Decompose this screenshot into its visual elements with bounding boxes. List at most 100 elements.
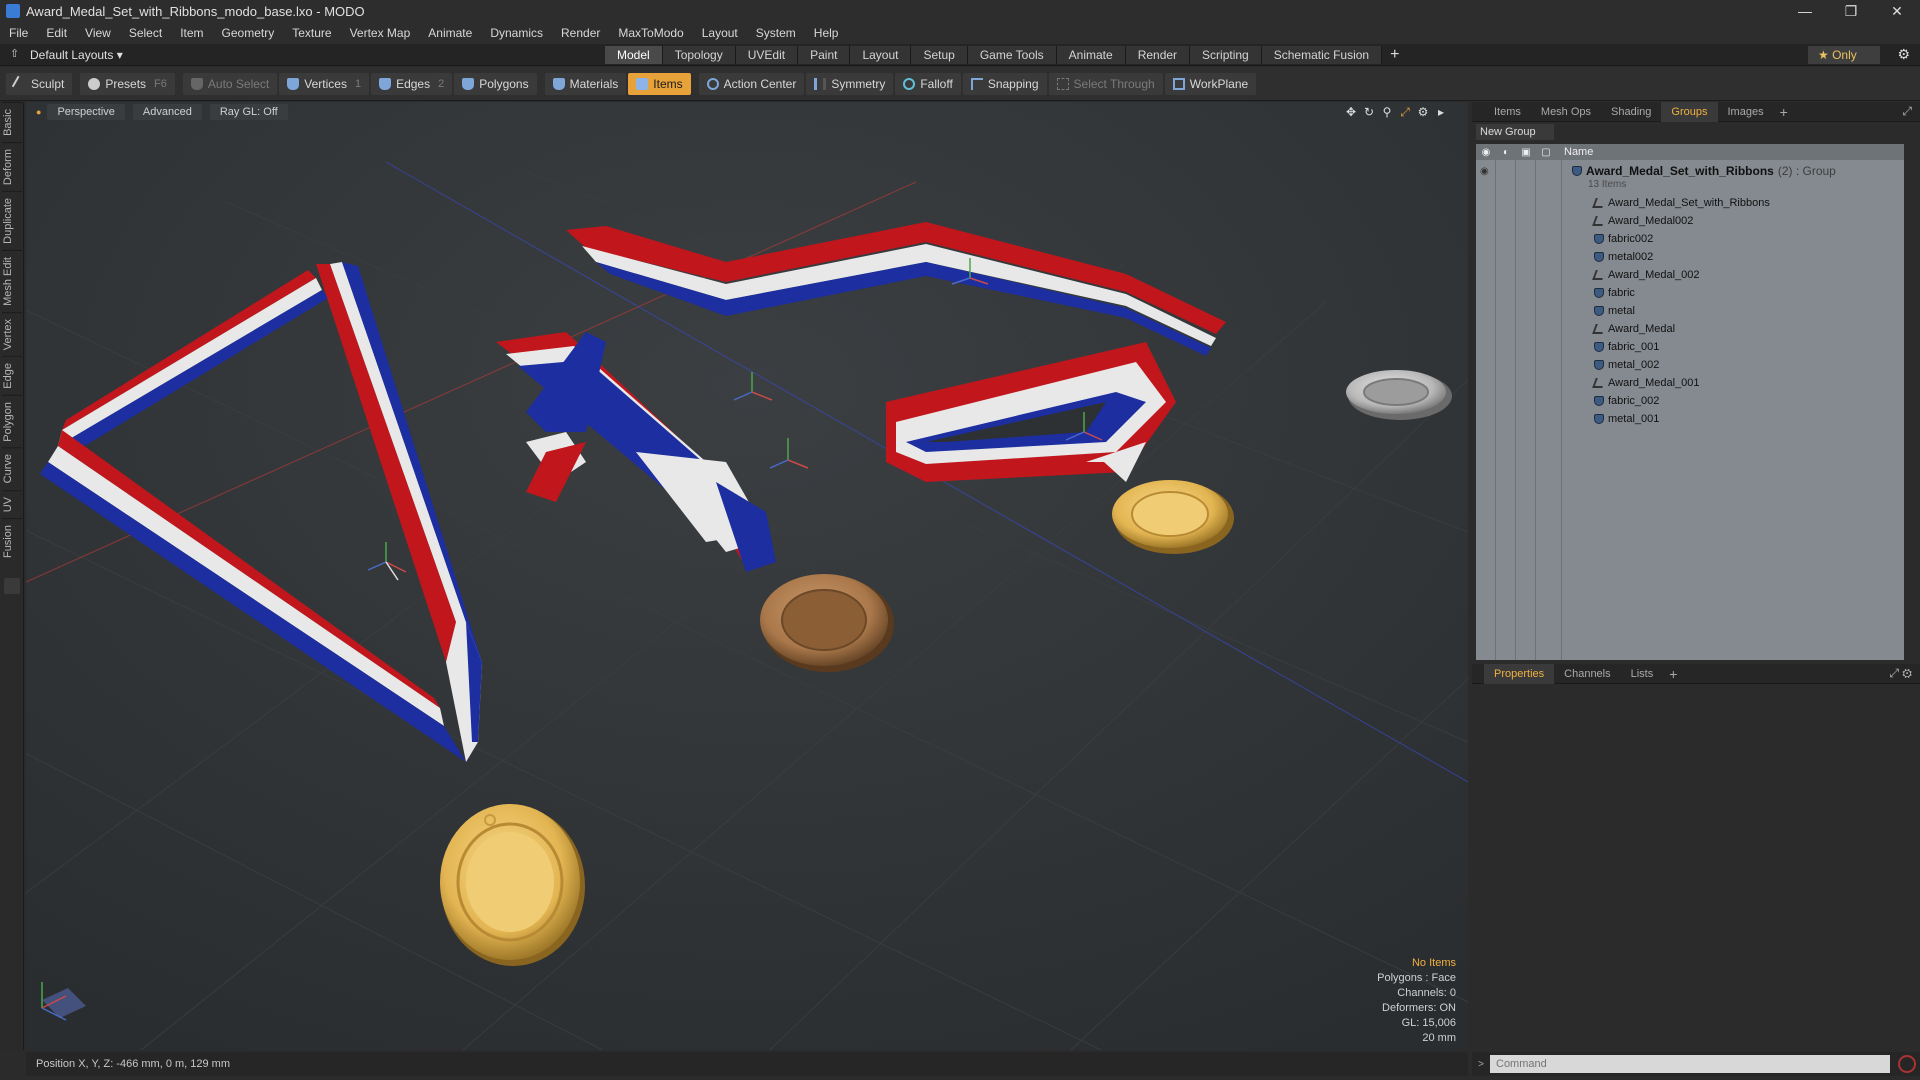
vertices-button[interactable]: Vertices 1 bbox=[279, 72, 370, 95]
tab-duplicate[interactable]: Duplicate bbox=[2, 190, 22, 250]
gear-icon[interactable]: ⚙ bbox=[1897, 46, 1910, 63]
materials-button[interactable]: Materials bbox=[544, 72, 627, 95]
tab-groups[interactable]: Groups bbox=[1661, 101, 1718, 122]
viewport-menu-icon[interactable]: ● bbox=[36, 107, 41, 117]
menu-help[interactable]: Help bbox=[805, 22, 848, 44]
menu-layout[interactable]: Layout bbox=[693, 22, 747, 44]
falloff-button[interactable]: Falloff bbox=[895, 72, 961, 95]
auto-select-button[interactable]: Auto Select bbox=[182, 72, 278, 95]
zoom-icon[interactable]: ⚲ bbox=[1378, 105, 1396, 120]
symmetry-button[interactable]: Symmetry bbox=[806, 72, 894, 95]
list-item[interactable]: fabric_001 bbox=[1594, 338, 1659, 356]
menu-geometry[interactable]: Geometry bbox=[213, 22, 284, 44]
tab-uv[interactable]: UV bbox=[2, 489, 22, 519]
tab-vertex[interactable]: Vertex bbox=[2, 311, 22, 356]
edges-button[interactable]: Edges 2 bbox=[371, 72, 453, 95]
select-through-button[interactable]: Select Through bbox=[1048, 72, 1163, 95]
tab-polygon[interactable]: Polygon bbox=[2, 394, 22, 448]
tab-uvedit[interactable]: UVEdit bbox=[735, 46, 799, 64]
perspective-dropdown[interactable]: Perspective bbox=[47, 104, 125, 120]
add-tab-button[interactable]: + bbox=[1382, 46, 1407, 64]
list-item[interactable]: metal002 bbox=[1594, 248, 1653, 266]
tab-curve[interactable]: Curve bbox=[2, 447, 22, 490]
tab-items[interactable]: Items bbox=[1484, 102, 1531, 122]
tab-animate[interactable]: Animate bbox=[1056, 46, 1126, 64]
viewport-settings-icon[interactable]: ⚙ bbox=[1414, 105, 1432, 120]
3d-viewport[interactable]: ● Perspective Advanced Ray GL: Off ✥ ↻ ⚲… bbox=[26, 102, 1468, 1050]
raygl-toggle[interactable]: Ray GL: Off bbox=[209, 104, 288, 120]
menu-render[interactable]: Render bbox=[552, 22, 609, 44]
list-item[interactable]: fabric bbox=[1594, 284, 1635, 302]
lock-column-icon[interactable]: ▣ bbox=[1516, 147, 1536, 158]
menu-file[interactable]: File bbox=[0, 22, 37, 44]
workplane-button[interactable]: WorkPlane bbox=[1164, 72, 1257, 95]
menu-maxtomodo[interactable]: MaxToModo bbox=[609, 22, 692, 44]
tab-schematic-fusion[interactable]: Schematic Fusion bbox=[1261, 46, 1383, 64]
tab-fusion[interactable]: Fusion bbox=[2, 518, 22, 565]
menu-system[interactable]: System bbox=[747, 22, 805, 44]
tab-topology[interactable]: Topology bbox=[662, 46, 736, 64]
tab-mesh-ops[interactable]: Mesh Ops bbox=[1531, 102, 1601, 122]
tab-model[interactable]: Model bbox=[605, 46, 663, 64]
group-visibility-icon[interactable]: ◉ bbox=[1480, 166, 1489, 177]
layout-toggle-icon[interactable]: ⇧ bbox=[10, 47, 19, 60]
list-item[interactable]: metal_002 bbox=[1594, 356, 1659, 374]
menu-vertex-map[interactable]: Vertex Map bbox=[341, 22, 420, 44]
tab-setup[interactable]: Setup bbox=[911, 46, 968, 64]
tab-mesh-edit[interactable]: Mesh Edit bbox=[2, 249, 22, 312]
minimize-button[interactable]: — bbox=[1782, 0, 1828, 22]
tab-basic[interactable]: Basic bbox=[2, 102, 22, 142]
presets-button[interactable]: Presets F6 bbox=[80, 72, 175, 95]
command-input[interactable] bbox=[1490, 1055, 1890, 1073]
tab-edge[interactable]: Edge bbox=[2, 355, 22, 395]
rotate-icon[interactable]: ↻ bbox=[1360, 105, 1378, 120]
menu-animate[interactable]: Animate bbox=[419, 22, 481, 44]
snapping-button[interactable]: Snapping bbox=[962, 72, 1047, 95]
viewport-expand-icon[interactable]: ▸ bbox=[1432, 105, 1450, 120]
tab-paint[interactable]: Paint bbox=[798, 46, 851, 64]
select-column-icon[interactable]: ▢ bbox=[1536, 147, 1556, 158]
maximize-icon[interactable]: ⤢ bbox=[1396, 105, 1414, 120]
menu-item[interactable]: Item bbox=[171, 22, 212, 44]
tab-game-tools[interactable]: Game Tools bbox=[967, 46, 1057, 64]
new-group-button[interactable]: New Group bbox=[1476, 124, 1554, 140]
only-toggle[interactable]: ★ Only bbox=[1808, 46, 1880, 64]
restore-button[interactable]: ❐ bbox=[1828, 0, 1874, 22]
list-item[interactable]: metal_001 bbox=[1594, 410, 1659, 428]
close-button[interactable]: ✕ bbox=[1874, 0, 1920, 22]
menu-edit[interactable]: Edit bbox=[37, 22, 76, 44]
action-center-button[interactable]: Action Center bbox=[698, 72, 805, 95]
tab-channels[interactable]: Channels bbox=[1554, 664, 1620, 684]
layout-dropdown[interactable]: Default Layouts ▾ bbox=[30, 48, 123, 62]
panel-expand-icon[interactable]: ⤢ bbox=[1902, 104, 1912, 119]
tab-properties[interactable]: Properties bbox=[1484, 663, 1555, 684]
add-props-tab-button[interactable]: + bbox=[1663, 666, 1683, 682]
group-list[interactable]: ◉ ◐ ▣ ▢ Name ◉ Award_Medal_Set_with_Ribb… bbox=[1476, 144, 1904, 660]
tab-shading[interactable]: Shading bbox=[1601, 102, 1661, 122]
menu-view[interactable]: View bbox=[76, 22, 120, 44]
props-settings-icon[interactable]: ⤢ ⚙ bbox=[1889, 666, 1912, 681]
tab-lists[interactable]: Lists bbox=[1621, 664, 1664, 684]
menu-select[interactable]: Select bbox=[120, 22, 171, 44]
tab-layout[interactable]: Layout bbox=[850, 46, 912, 64]
advanced-dropdown[interactable]: Advanced bbox=[132, 104, 202, 120]
list-item[interactable]: fabric_002 bbox=[1594, 392, 1659, 410]
add-panel-tab-button[interactable]: + bbox=[1774, 104, 1794, 120]
pan-icon[interactable]: ✥ bbox=[1342, 105, 1360, 120]
menu-texture[interactable]: Texture bbox=[283, 22, 340, 44]
render-column-icon[interactable]: ◐ bbox=[1496, 147, 1516, 158]
list-item[interactable]: metal bbox=[1594, 302, 1635, 320]
tab-scripting[interactable]: Scripting bbox=[1190, 46, 1262, 64]
list-item[interactable]: fabric002 bbox=[1594, 230, 1653, 248]
list-item[interactable]: Award_Medal_002 bbox=[1592, 266, 1700, 284]
polygons-button[interactable]: Polygons bbox=[454, 72, 537, 95]
list-item[interactable]: Award_Medal_Set_with_Ribbons bbox=[1592, 194, 1770, 212]
visibility-column-icon[interactable]: ◉ bbox=[1476, 147, 1496, 158]
strip-toggle-button[interactable] bbox=[4, 578, 20, 595]
tab-images[interactable]: Images bbox=[1718, 102, 1774, 122]
list-item[interactable]: Award_Medal002 bbox=[1592, 212, 1693, 230]
tab-deform[interactable]: Deform bbox=[2, 141, 22, 191]
tab-render[interactable]: Render bbox=[1125, 46, 1191, 64]
menu-dynamics[interactable]: Dynamics bbox=[481, 22, 552, 44]
sculpt-button[interactable]: Sculpt bbox=[6, 72, 73, 95]
